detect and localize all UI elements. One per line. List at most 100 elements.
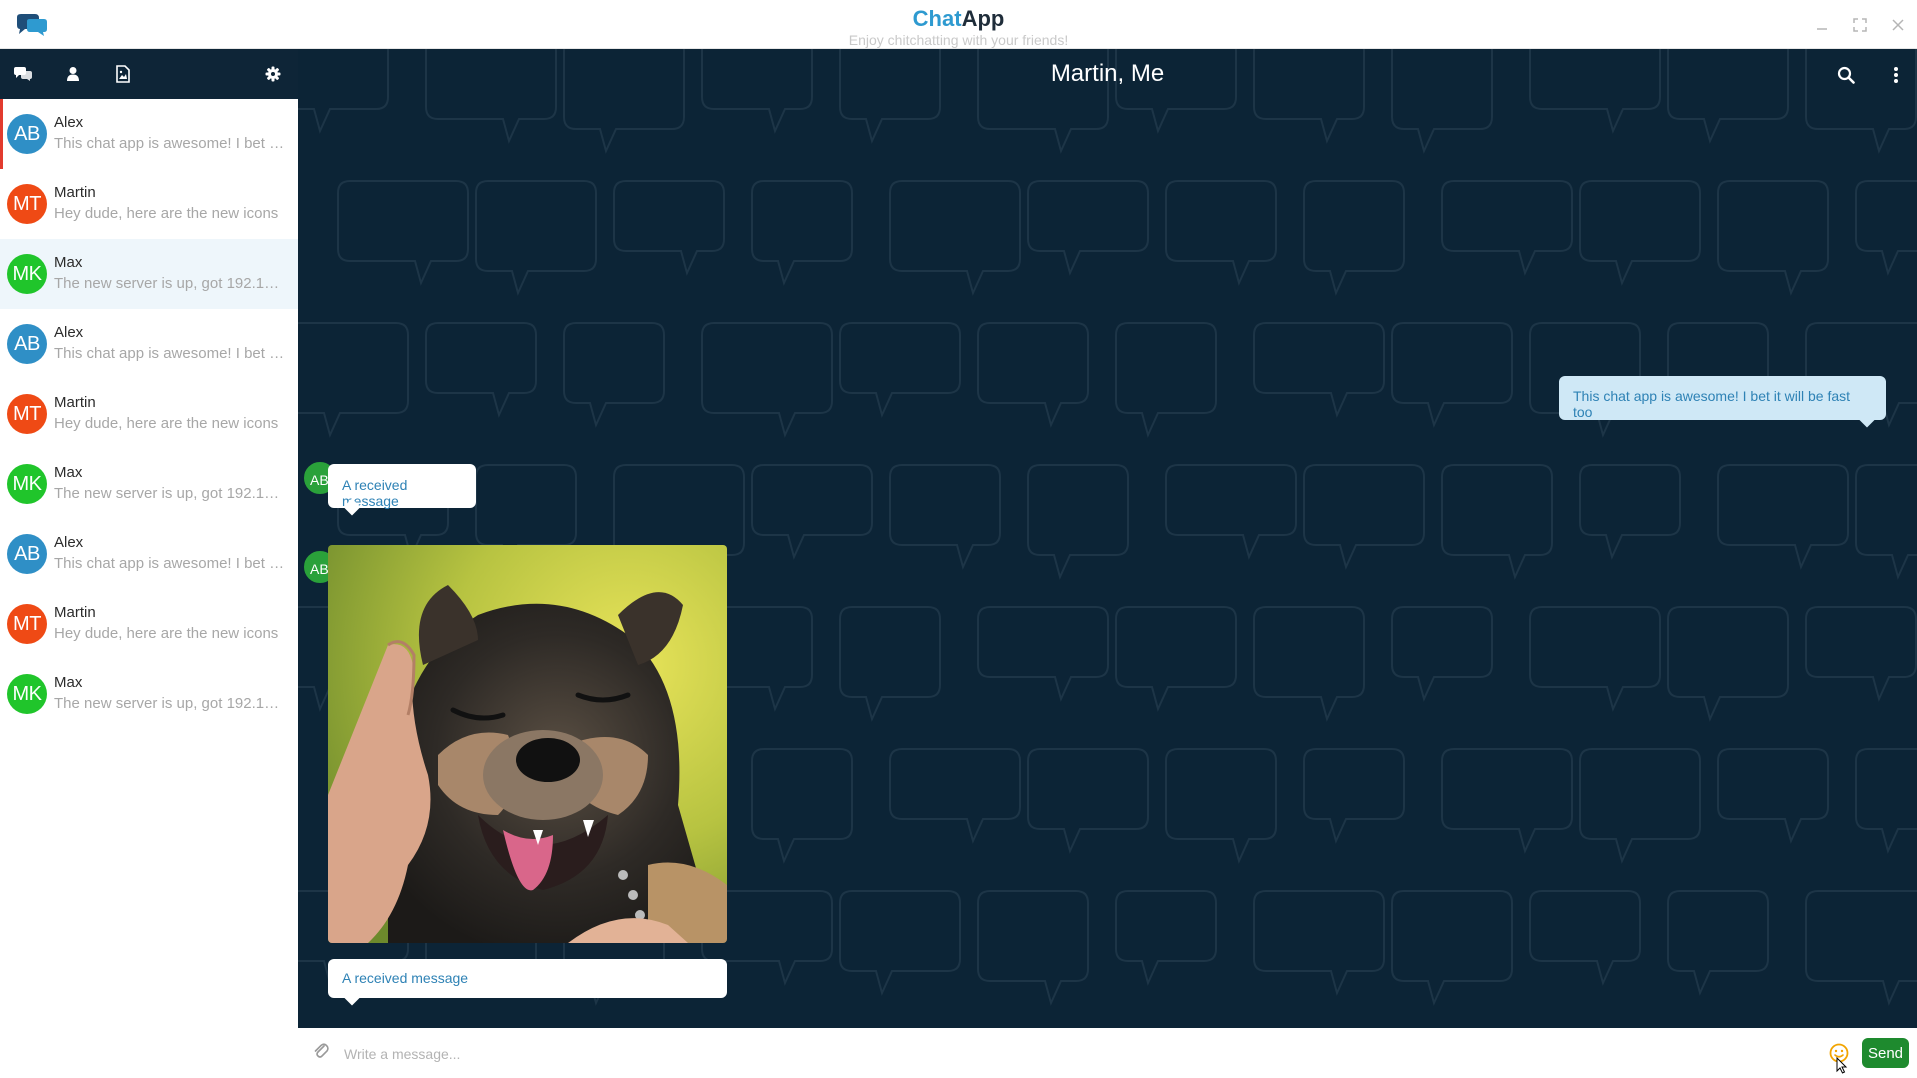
chat-list-item[interactable]: AB Alex This chat app is awesome! I bet …: [0, 309, 298, 379]
app-title-accent: Chat: [912, 6, 962, 31]
message-text: This chat app is awesome! I bet it will …: [1573, 388, 1851, 420]
chat-name: Alex: [54, 114, 84, 131]
chat-list-item[interactable]: MT Martin Hey dude, here are the new ico…: [0, 379, 298, 449]
pattern-bubble: [1667, 606, 1789, 722]
chat-list-item[interactable]: MK Max The new server is up, got 192.168…: [0, 659, 298, 729]
chat-list: AB Alex This chat app is awesome! I bet …: [0, 99, 298, 729]
pattern-bubble: [839, 890, 961, 996]
chat-preview: The new server is up, got 192.168.1.50: [54, 275, 286, 292]
pattern-bubble: [1855, 180, 1917, 276]
chat-name: Max: [54, 254, 83, 271]
mouse-pointer-icon: [1836, 1057, 1848, 1074]
avatar: MT: [7, 604, 47, 644]
chat-name: Max: [54, 464, 83, 481]
chat-preview: This chat app is awesome! I bet it will …: [54, 135, 286, 152]
pattern-bubble: [425, 322, 537, 418]
settings-button[interactable]: [260, 62, 286, 86]
pattern-bubble: [1441, 180, 1573, 276]
pattern-bubble: [1855, 464, 1917, 580]
contacts-icon: [67, 67, 79, 81]
chat-name: Max: [54, 674, 83, 691]
pattern-bubble: [1165, 748, 1277, 864]
sidebar-toolbar: [0, 49, 298, 99]
attach-button[interactable]: [312, 1042, 334, 1064]
received-message: A received message: [328, 464, 476, 516]
more-menu-button[interactable]: [1883, 62, 1909, 88]
title-bar: ChatApp Enjoy chitchatting with your fri…: [0, 0, 1917, 49]
pattern-bubble: [1027, 464, 1129, 580]
pattern-bubble: [1253, 890, 1385, 996]
pattern-bubble: [1717, 180, 1829, 296]
chat-list-item[interactable]: MK Max The new server is up, got 192.168…: [0, 239, 298, 309]
conversation-header: Martin, Me: [298, 49, 1917, 99]
media-tab-button[interactable]: [110, 62, 136, 86]
app-title: ChatApp: [0, 7, 1917, 31]
minimize-button[interactable]: [1803, 0, 1841, 49]
chat-preview: The new server is up, got 192.168.1.50: [54, 485, 286, 502]
pattern-bubble: [977, 322, 1089, 428]
app-title-rest: App: [961, 6, 1005, 31]
avatar: MT: [7, 184, 47, 224]
pattern-bubble: [751, 748, 853, 864]
contacts-tab-button[interactable]: [60, 62, 86, 86]
pattern-bubble: [1303, 180, 1405, 296]
window-controls: [1803, 0, 1917, 49]
shared-photo-dog[interactable]: [328, 545, 727, 943]
pattern-bubble: [1115, 890, 1217, 986]
chat-preview: Hey dude, here are the new icons: [54, 415, 279, 432]
pattern-bubble: [1579, 748, 1701, 864]
pattern-bubble: [1027, 748, 1149, 854]
pattern-bubble: [751, 180, 853, 286]
maximize-icon: [1853, 17, 1867, 32]
pattern-bubble: [475, 180, 597, 296]
pattern-bubble: [1579, 180, 1701, 286]
pattern-bubble: [839, 322, 961, 418]
chat-list-item[interactable]: MT Martin Hey dude, here are the new ico…: [0, 169, 298, 239]
chat-list-item[interactable]: AB Alex This chat app is awesome! I bet …: [0, 99, 298, 169]
pattern-bubble: [977, 606, 1109, 702]
pattern-bubble: [1253, 322, 1385, 418]
chats-icon: [14, 67, 32, 81]
pattern-bubble: [1717, 748, 1829, 844]
chat-name: Alex: [54, 534, 84, 551]
message-input[interactable]: [344, 1040, 1764, 1068]
avatar: MT: [7, 394, 47, 434]
chat-preview: This chat app is awesome! I bet it will …: [54, 345, 286, 362]
chat-preview: This chat app is awesome! I bet it will …: [54, 555, 286, 572]
pattern-bubble: [751, 464, 873, 560]
close-button[interactable]: [1879, 0, 1917, 49]
pattern-bubble: [1805, 606, 1917, 702]
pattern-bubble: [1165, 464, 1297, 560]
pattern-bubble: [1303, 748, 1405, 844]
maximize-button[interactable]: [1841, 0, 1879, 49]
search-icon: [1837, 66, 1855, 84]
avatar: MK: [7, 254, 47, 294]
chat-list-item[interactable]: AB Alex This chat app is awesome! I bet …: [0, 519, 298, 589]
pattern-bubble: [1667, 890, 1769, 996]
send-button[interactable]: Send: [1862, 1038, 1909, 1068]
avatar: AB: [7, 324, 47, 364]
avatar: AB: [7, 114, 47, 154]
pattern-bubble: [1855, 748, 1917, 854]
search-button[interactable]: [1833, 62, 1859, 88]
sidebar: AB Alex This chat app is awesome! I bet …: [0, 49, 298, 1078]
pattern-bubble: [337, 180, 469, 286]
chat-list-item[interactable]: MT Martin Hey dude, here are the new ico…: [0, 589, 298, 659]
pattern-bubble: [1529, 606, 1661, 712]
pattern-bubble: [1027, 180, 1149, 276]
sent-message: This chat app is awesome! I bet it will …: [1559, 376, 1886, 428]
pattern-bubble: [889, 464, 1001, 570]
pattern-bubble: [1303, 464, 1425, 570]
chat-list-item[interactable]: MK Max The new server is up, got 192.168…: [0, 449, 298, 519]
avatar: MK: [7, 674, 47, 714]
pattern-bubble: [889, 180, 1021, 296]
chats-tab-button[interactable]: [10, 62, 36, 86]
chat-name: Martin: [54, 394, 96, 411]
more-vertical-icon: [1894, 67, 1898, 83]
conversation-panel: Martin, Me This chat app is awesome! I b…: [298, 49, 1917, 1028]
pattern-bubble: [701, 322, 833, 438]
pattern-bubble: [1253, 606, 1365, 722]
pattern-bubble: [1391, 322, 1513, 428]
app-title-block: ChatApp Enjoy chitchatting with your fri…: [0, 7, 1917, 49]
pattern-bubble: [1115, 322, 1217, 438]
